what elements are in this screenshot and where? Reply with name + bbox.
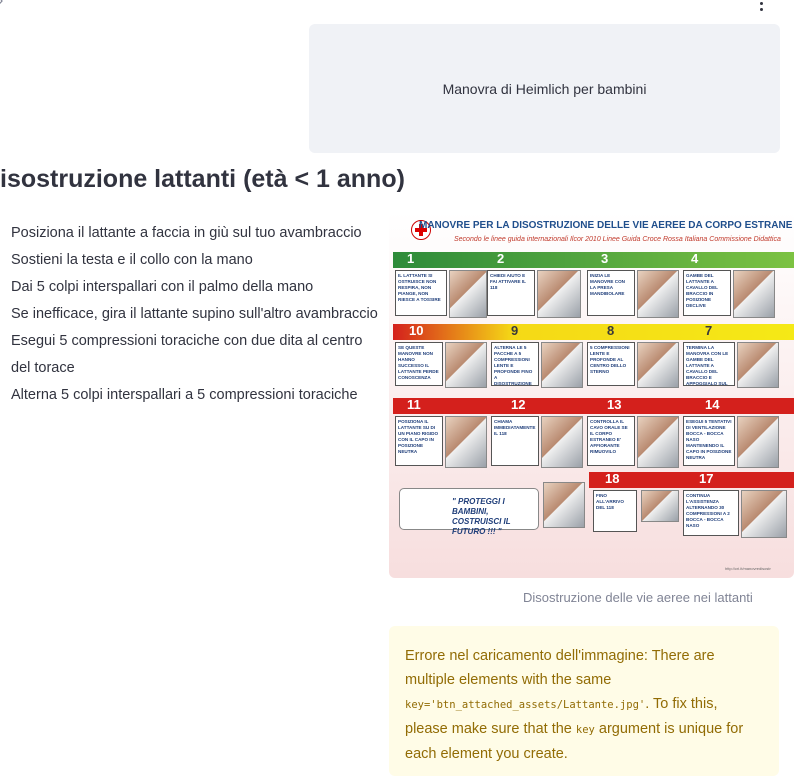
step-number: 3 [601, 251, 609, 266]
poster-photo [541, 342, 583, 388]
warning-alert: Errore nel caricamento dell'immagine: Th… [389, 626, 779, 776]
list-item: Posiziona il lattante a faccia in giù su… [11, 225, 362, 241]
poster-photo [543, 482, 585, 528]
poster-photo [637, 270, 679, 318]
previous-image-caption-text: Manovra di Heimlich per bambini [442, 80, 647, 97]
poster-step: 5 COMPRESSIONI LENTE E PROFONDE AL CENTR… [587, 342, 635, 386]
poster-photo [541, 416, 583, 468]
chevron-right-icon[interactable]: › [0, 0, 3, 10]
step-number: 18 [605, 471, 620, 486]
poster-photo [449, 270, 487, 318]
poster-step: TERMINA LA MANOVRA CON LE GAMBE DEL LATT… [683, 342, 735, 386]
steps-list: Posiziona il lattante a faccia in giù su… [11, 220, 379, 409]
poster-url: http://cri.it/manovredisostr [725, 566, 771, 571]
alert-text: Errore nel caricamento dell'immagine: Th… [405, 648, 715, 688]
step-number: 7 [705, 323, 713, 338]
step-number: 14 [705, 397, 720, 412]
step-number: 4 [691, 251, 699, 266]
poster-photo [445, 342, 487, 388]
poster-photo [637, 342, 679, 388]
poster-step: IL LATTANTE SI OSTRUISCE NON RESPIRA, NO… [395, 270, 447, 316]
poster-photo [737, 342, 779, 388]
step-number: 17 [699, 471, 714, 486]
image-caption: Disostruzione delle vie aeree nei lattan… [523, 590, 753, 605]
step-number: 12 [511, 397, 526, 412]
poster-photo [445, 416, 487, 468]
poster-photo [637, 416, 679, 468]
poster-row-green: 1 2 3 4 [393, 251, 794, 268]
poster-photo [741, 490, 787, 538]
alert-code-key: key='btn_attached_assets/Lattante.jpg' [405, 699, 646, 711]
step-number: 13 [607, 397, 622, 412]
ambulance-icon [641, 490, 679, 522]
poster-title: MANOVRE PER LA DISOSTRUZIONE DELLE VIE A… [419, 220, 793, 231]
poster-step: ESEGUI 5 TENTATIVI DI VENTILAZIONE BOCCA… [683, 416, 735, 466]
poster-step: CONTROLLA IL CAVO ORALE SE IL CORPO ESTR… [587, 416, 635, 466]
step-number: 8 [607, 323, 615, 338]
alert-code-arg: key [575, 724, 595, 736]
poster-subtitle: Secondo le linee guida internazionali Il… [454, 236, 781, 243]
step-number: 2 [497, 251, 505, 266]
poster-row-red: 11 12 13 14 [393, 397, 794, 414]
poster-step: SE QUESTE MANOVRE NON HANNO SUCCESSO IL … [395, 342, 443, 386]
poster-slogan: " PROTEGGI I BAMBINI, COSTRUISCI IL FUTU… [399, 488, 539, 536]
poster-step: ALTERNA LE 5 PACCHE A 5 COMPRESSIONI LEN… [491, 342, 539, 386]
list-item: Sostieni la testa e il collo con la mano [11, 252, 253, 268]
poster-step: GAMBE DEL LATTANTE A CAVALLO DEL BRACCIO… [683, 270, 731, 316]
infant-choking-poster-image: MANOVRE PER LA DISOSTRUZIONE DELLE VIE A… [389, 212, 794, 578]
poster-step: FINO ALL'ARRIVO DEL 118 [593, 490, 637, 532]
step-number: 11 [407, 397, 421, 412]
list-item: Esegui 5 compressioni toraciche con due … [11, 333, 363, 376]
step-number: 10 [409, 323, 424, 338]
list-item: Alterna 5 colpi interspallari a 5 compre… [11, 387, 358, 403]
poster-row-red-bottom: 18 17 [589, 471, 794, 488]
poster-photo [737, 416, 779, 468]
poster-step: CHIEDI AIUTO E FAI ATTIVARE IL 118 [487, 270, 535, 316]
kebab-menu-icon[interactable] [760, 0, 766, 14]
poster-photo [733, 270, 775, 318]
poster-step: CHIAMA IMMEDIATAMENTE IL 118 [491, 416, 539, 466]
poster-photo [537, 270, 581, 318]
poster-step: CONTINUA L'ASSISTENZA ALTERNANDO 30 COMP… [683, 490, 739, 536]
poster-row-yellow: 10 9 8 7 [393, 323, 794, 340]
poster-step: INIZIA LE MANOVRE CON LA PRESA MANDIBOLA… [587, 270, 635, 316]
section-title: isostruzione lattanti (età < 1 anno) [0, 165, 405, 193]
poster-step: POSIZIONA IL LATTANTE SU DI UN PIANO RIG… [395, 416, 443, 466]
step-number: 9 [511, 323, 519, 338]
step-number: 1 [407, 251, 415, 266]
previous-image-caption: Manovra di Heimlich per bambini [309, 24, 780, 153]
list-item: Dai 5 colpi interspallari con il palmo d… [11, 279, 314, 295]
list-item: Se inefficace, gira il lattante supino s… [11, 306, 378, 322]
